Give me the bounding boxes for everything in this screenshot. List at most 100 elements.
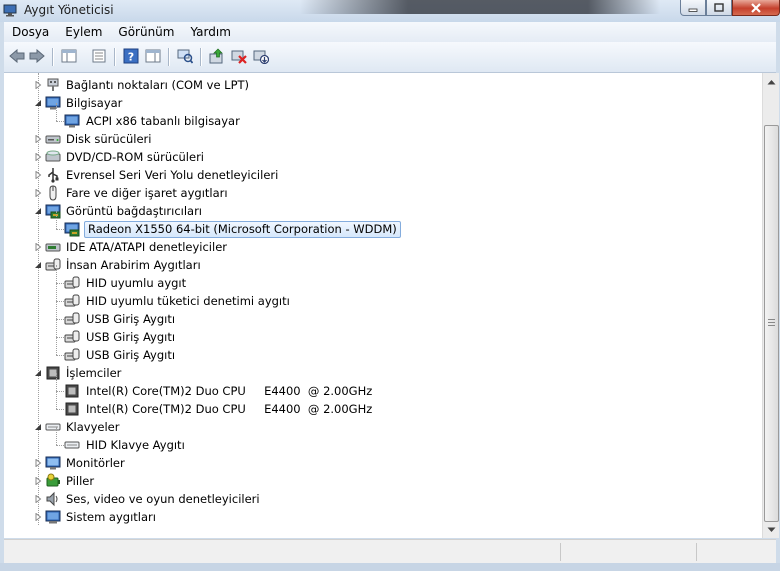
tree-category-label[interactable]: Fare ve diğer işaret aygıtları [64, 185, 230, 201]
hid-icon [45, 257, 61, 273]
tree-category-label[interactable]: Klavyeler [64, 419, 121, 435]
tree-category-label[interactable]: IDE ATA/ATAPI denetleyiciler [64, 239, 229, 255]
tree-category-label[interactable]: Monitörler [64, 455, 127, 471]
expanded-triangle-icon [34, 99, 41, 106]
device-tree[interactable]: Bağlantı noktaları (COM ve LPT) Bilgisaya… [4, 73, 762, 538]
disk-drive-icon [45, 131, 61, 147]
disable-device-button[interactable] [252, 47, 270, 65]
mouse-icon [45, 185, 61, 201]
expand-toggle[interactable] [33, 242, 42, 251]
expand-toggle[interactable] [33, 188, 42, 197]
tree-connector [56, 301, 57, 319]
tree-category-label[interactable]: Sistem aygıtları [64, 509, 158, 525]
scroll-thumb[interactable] [764, 125, 779, 522]
tree-device-label[interactable]: Radeon X1550 64-bit (Microsoft Corporati… [84, 221, 401, 238]
toolbar-separator [114, 48, 116, 66]
tree-connector [56, 103, 57, 121]
collapse-toggle[interactable] [33, 368, 42, 377]
collapse-toggle[interactable] [33, 206, 42, 215]
tree-connector [56, 427, 57, 445]
chevron-up-icon [767, 79, 775, 84]
toolbar: ? [4, 42, 776, 73]
collapse-toggle[interactable] [33, 260, 42, 269]
tree-device-label[interactable]: USB Giriş Aygıtı [84, 329, 177, 345]
hid-icon [64, 293, 80, 309]
tree-connector [56, 409, 64, 410]
tree-connector [56, 265, 57, 283]
tree-category-label[interactable]: Bilgisayar [64, 95, 124, 111]
speaker-icon [45, 491, 61, 507]
close-button[interactable] [732, 0, 780, 16]
update-driver-icon [209, 48, 223, 64]
forward-button[interactable] [28, 47, 46, 65]
tree-device-label[interactable]: HID uyumlu aygıt [84, 275, 188, 291]
toolbar-separator [52, 48, 54, 66]
tree-device-label[interactable]: HID Klavye Aygıtı [84, 437, 187, 453]
expand-toggle[interactable] [33, 476, 42, 485]
properties-button[interactable] [90, 47, 108, 65]
scroll-down-button[interactable] [763, 521, 779, 538]
tree-category-label[interactable]: Piller [64, 473, 96, 489]
expand-toggle[interactable] [33, 134, 42, 143]
tree-device-label[interactable]: Intel(R) Core(TM)2 Duo CPU E4400 @ 2.00G… [84, 401, 374, 417]
status-pane [696, 543, 776, 561]
uninstall-icon [231, 50, 247, 64]
menu-view[interactable]: Görünüm [110, 25, 182, 39]
tree-device-label[interactable]: ACPI x86 tabanlı bilgisayar [84, 113, 242, 129]
port-icon [45, 77, 61, 93]
battery-icon [45, 473, 61, 489]
help-button[interactable]: ? [122, 47, 140, 65]
maximize-button[interactable] [706, 0, 732, 16]
minimize-button[interactable] [680, 0, 706, 16]
expand-toggle[interactable] [33, 80, 42, 89]
expanded-triangle-icon [34, 369, 41, 376]
window-title: Aygıt Yöneticisi [24, 3, 114, 17]
show-hide-console-tree-button[interactable] [60, 47, 78, 65]
back-button[interactable] [8, 47, 26, 65]
tree-device-label[interactable]: USB Giriş Aygıtı [84, 311, 177, 327]
tree-connector [56, 445, 64, 446]
scroll-grip-line [768, 322, 775, 323]
expand-toggle[interactable] [33, 152, 42, 161]
expand-toggle[interactable] [33, 494, 42, 503]
status-bar [4, 539, 776, 564]
action-pane-button[interactable] [144, 47, 162, 65]
expand-toggle[interactable] [33, 170, 42, 179]
tree-device-label[interactable]: Intel(R) Core(TM)2 Duo CPU E4400 @ 2.00G… [84, 383, 374, 399]
menu-file[interactable]: Dosya [4, 25, 57, 39]
hid-icon [64, 275, 80, 291]
tree-category-label[interactable]: Görüntü bağdaştırıcıları [64, 203, 204, 219]
update-driver-button[interactable] [208, 47, 226, 65]
forward-arrow-icon [29, 49, 45, 63]
tree-category-label[interactable]: İnsan Arabirim Aygıtları [64, 257, 203, 273]
tree-category-label[interactable]: Bağlantı noktaları (COM ve LPT) [64, 77, 251, 93]
keyboard-icon [45, 419, 61, 435]
expand-toggle[interactable] [33, 458, 42, 467]
collapse-toggle[interactable] [33, 98, 42, 107]
vertical-scrollbar[interactable] [762, 73, 779, 538]
expanded-triangle-icon [34, 261, 41, 268]
tree-connector [56, 391, 64, 392]
tree-connector [56, 391, 57, 409]
disable-device-icon [253, 50, 269, 64]
tree-connector [56, 373, 57, 391]
tree-category-label[interactable]: DVD/CD-ROM sürücüleri [64, 149, 206, 165]
menu-help[interactable]: Yardım [182, 25, 238, 39]
tree-device-label[interactable]: HID uyumlu tüketici denetimi aygıtı [84, 293, 292, 309]
display-adapter-icon [64, 221, 80, 237]
scroll-up-button[interactable] [763, 73, 779, 90]
menu-action[interactable]: Eylem [57, 25, 110, 39]
tree-category-label[interactable]: Evrensel Seri Veri Yolu denetleyicileri [64, 167, 280, 183]
collapsed-triangle-icon [35, 170, 41, 179]
tree-device-label[interactable]: USB Giriş Aygıtı [84, 347, 177, 363]
tree-category-label[interactable]: Disk sürücüleri [64, 131, 153, 147]
chevron-down-icon [767, 527, 775, 532]
expand-toggle[interactable] [33, 512, 42, 521]
collapsed-triangle-icon [35, 242, 41, 251]
title-bar[interactable]: Aygıt Yöneticisi [0, 0, 780, 22]
collapse-toggle[interactable] [33, 422, 42, 431]
scan-hardware-changes-button[interactable] [176, 47, 194, 65]
tree-category-label[interactable]: İşlemciler [64, 365, 123, 381]
uninstall-button[interactable] [230, 47, 248, 65]
tree-category-label[interactable]: Ses, video ve oyun denetleyicileri [64, 491, 262, 507]
